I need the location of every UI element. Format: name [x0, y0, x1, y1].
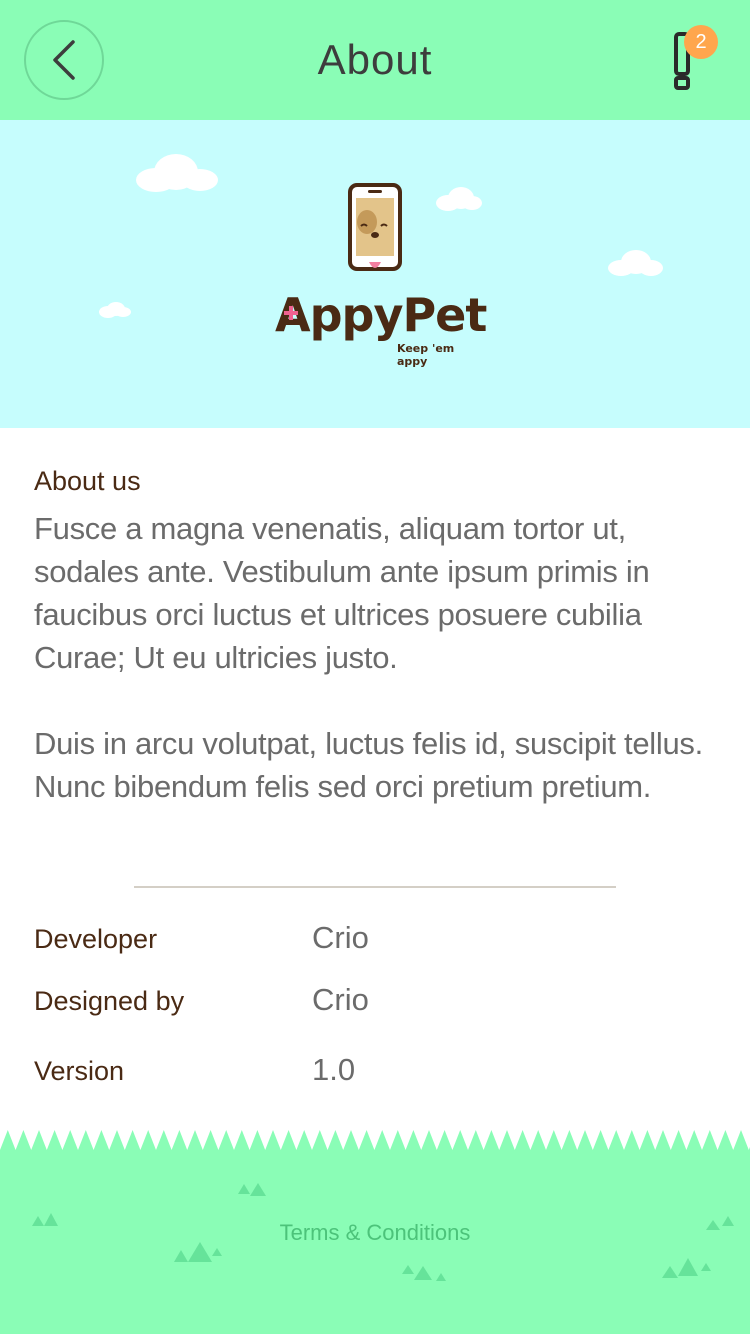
cloud-icon	[99, 302, 131, 318]
hero-banner: AppyPet Keep 'em appy	[0, 120, 750, 428]
info-row-version: Version 1.0	[34, 1052, 724, 1096]
info-value: 1.0	[312, 1052, 356, 1087]
info-row-developer: Developer Crio	[34, 920, 724, 964]
terms-link[interactable]: Terms & Conditions	[0, 1220, 750, 1246]
brand-name: AppyPet	[275, 288, 487, 342]
about-heading: About us	[34, 466, 141, 496]
about-section: About us Fusce a magna venenatis, aliqua…	[34, 466, 724, 808]
page-title: About	[317, 36, 433, 83]
info-value: Crio	[312, 982, 369, 1017]
plus-icon	[284, 306, 298, 320]
section-divider	[134, 886, 616, 888]
info-label: Designed by	[34, 986, 185, 1016]
app-logo: AppyPet Keep 'em appy	[275, 180, 487, 420]
about-paragraph: Fusce a magna venenatis, aliquam tortor …	[34, 511, 650, 675]
brand-tagline: Keep 'em appy	[397, 342, 455, 368]
info-label: Version	[34, 1056, 125, 1086]
cloud-icon	[136, 154, 218, 192]
about-body: Fusce a magna venenatis, aliquam tortor …	[34, 507, 724, 808]
cloud-icon	[608, 250, 663, 276]
header-bar: About 2	[0, 0, 750, 120]
about-screen: About 2 AppyPet Keep 'em appy About us F…	[0, 0, 750, 1334]
phone-pet-icon	[348, 183, 402, 271]
info-label: Developer	[34, 924, 158, 954]
info-value: Crio	[312, 920, 369, 955]
notification-badge: 2	[684, 25, 718, 59]
about-paragraph: Duis in arcu volutpat, luctus felis id, …	[34, 726, 703, 804]
info-row-designer: Designed by Crio	[34, 982, 724, 1026]
